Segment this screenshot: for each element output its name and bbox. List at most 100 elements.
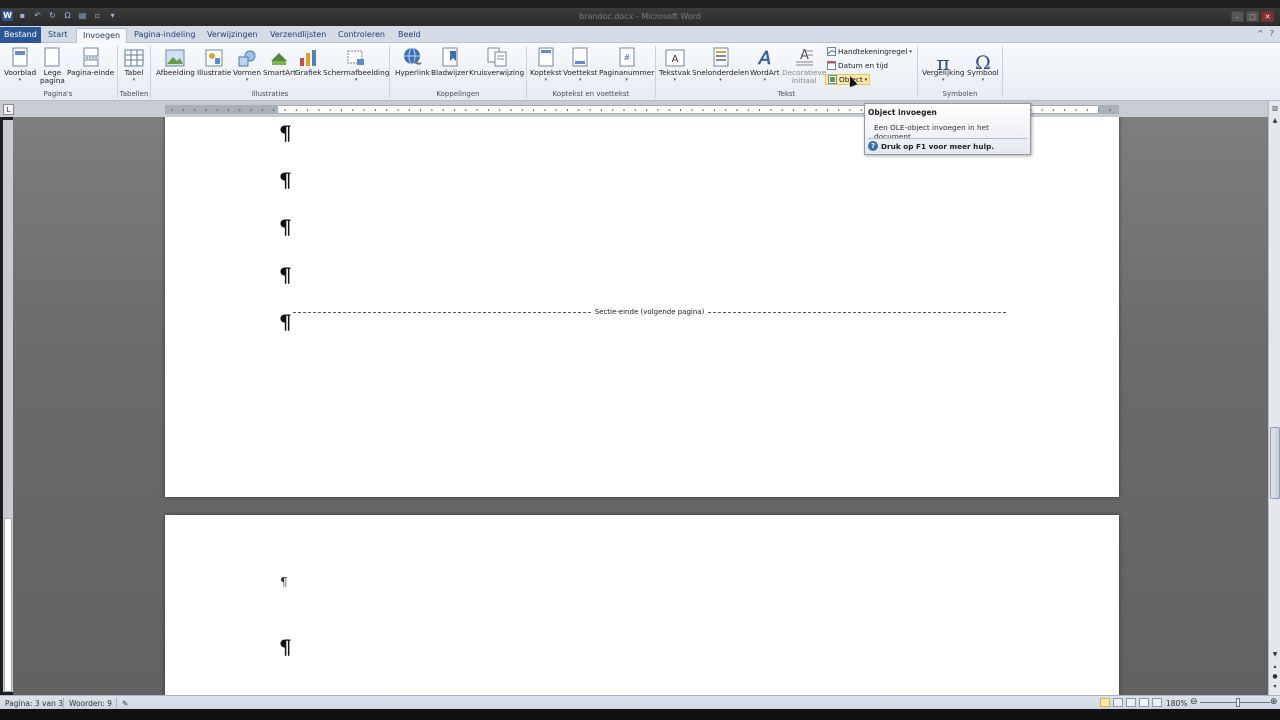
word-count[interactable]: Woorden: 9 (69, 699, 112, 708)
browse-object-icon[interactable]: ● (1270, 671, 1280, 681)
hyperlink-button[interactable]: Hyperlink (395, 46, 430, 77)
bookmark-button[interactable]: Bladwijzer (431, 46, 468, 77)
document-area[interactable]: ¶ ¶ ¶ ¶ ¶ Sectie-einde (volgende pagina)… (13, 117, 1268, 695)
signature-icon (827, 47, 836, 56)
footer-button[interactable]: Voettekst ▾ (563, 46, 597, 83)
picture-button[interactable]: Afbeelding (156, 46, 195, 77)
vertical-scrollbar[interactable]: ▥ ▲ ▼ ▴ ● ▾ (1268, 101, 1280, 695)
table-icon (124, 46, 144, 67)
tab-references[interactable]: Verwijzingen (201, 28, 264, 43)
tab-home[interactable]: Start (42, 28, 74, 43)
smartart-button[interactable]: SmartArt (263, 46, 296, 77)
tab-selector[interactable]: L (3, 104, 14, 115)
web-layout-icon[interactable] (1126, 698, 1136, 707)
previous-page-icon[interactable]: ▴ (1270, 661, 1280, 671)
outline-view-icon[interactable] (1139, 698, 1149, 707)
equation-button[interactable]: π Vergelijking ▾ (922, 46, 965, 83)
draft-view-icon[interactable] (1152, 698, 1162, 707)
page-number-button[interactable]: # Paginanummer ▾ (599, 46, 654, 83)
ruler-toggle-icon[interactable]: ▥ (1270, 103, 1280, 113)
svg-text:A: A (758, 48, 771, 67)
chart-icon (298, 46, 318, 67)
scroll-up-icon[interactable]: ▲ (1270, 115, 1280, 125)
clip-art-button[interactable]: Illustratie (197, 46, 231, 77)
zoom-slider-handle[interactable] (1236, 698, 1240, 707)
page-break-button[interactable]: Pagina-einde (67, 46, 114, 77)
tab-view[interactable]: Beeld (392, 28, 427, 43)
group-label-links: Koppelingen (436, 90, 480, 98)
vertical-ruler[interactable] (3, 120, 13, 692)
wordart-button[interactable]: A WordArt ▾ (750, 46, 780, 83)
scroll-thumb[interactable] (1270, 427, 1280, 499)
close-button[interactable]: ✕ (1261, 11, 1274, 22)
object-tooltip: Object invoegen Een OLE-object invoegen … (864, 103, 1031, 155)
ribbon-insert: Voorblad ▾ Lege pagina Pagina-einde Pagina… (0, 43, 1280, 101)
paragraph-mark: ¶ (279, 635, 292, 659)
scroll-down-icon[interactable]: ▼ (1270, 649, 1280, 659)
zoom-slider[interactable] (1200, 698, 1270, 707)
full-screen-reading-icon[interactable] (1113, 698, 1123, 707)
clip-art-icon (204, 46, 224, 67)
minimize-button[interactable]: – (1231, 11, 1244, 22)
document-page[interactable]: ¶ ¶ ¶ ¶ ¶ Sectie-einde (volgende pagina) (165, 117, 1119, 497)
pi-icon: π (936, 51, 950, 75)
signature-line-button[interactable]: Handtekeningregel ▾ (827, 46, 912, 57)
header-button[interactable]: Koptekst ▾ (530, 46, 562, 83)
page-break-icon (81, 46, 101, 67)
screenshot-icon (346, 46, 366, 67)
page-number-icon: # (617, 46, 637, 67)
tooltip-help: ? Druk op F1 voor meer hulp. (868, 141, 994, 151)
help-icon[interactable]: ? (1270, 29, 1274, 38)
group-label-tables: Tabellen (119, 90, 149, 98)
date-time-button[interactable]: Datum en tijd (827, 60, 888, 71)
tab-insert[interactable]: Invoegen (76, 28, 128, 44)
shapes-icon (237, 46, 257, 67)
picture-icon (165, 46, 185, 67)
symbol-button[interactable]: Ω Symbool ▾ (967, 46, 999, 84)
object-icon (828, 75, 837, 84)
maximize-button[interactable]: □ (1246, 11, 1259, 22)
print-layout-view-icon[interactable] (1100, 698, 1110, 707)
quick-parts-button[interactable]: Snelonderdelen ▾ (692, 46, 749, 83)
paragraph-mark: ¶ (279, 215, 292, 239)
group-label-illustrations: Illustraties (251, 90, 289, 98)
drop-cap-button[interactable]: A Decoratieve initiaal (782, 46, 826, 85)
document-page[interactable]: ¶ ¶ (165, 515, 1119, 695)
proofing-icon[interactable]: ✎ (122, 699, 128, 708)
ribbon-tabs: Bestand Start Invoegen Pagina-indeling V… (0, 26, 1280, 44)
help-icon: ? (868, 141, 878, 151)
group-label-header-footer: Koptekst en voettekst (552, 90, 630, 98)
tab-file[interactable]: Bestand (0, 27, 41, 43)
header-icon (536, 46, 556, 67)
tab-page-layout[interactable]: Pagina-indeling (128, 28, 201, 43)
shapes-button[interactable]: Vormen ▾ (233, 46, 261, 83)
status-bar: Pagina: 3 van 3 Woorden: 9 ✎ 180% ⊖ ⊕ (0, 695, 1280, 709)
cover-page-icon (10, 46, 30, 67)
cover-page-button[interactable]: Voorblad ▾ (4, 46, 36, 83)
svg-text:A: A (671, 54, 678, 65)
tab-mailings[interactable]: Verzendlijsten (264, 28, 332, 43)
ruler-bar: L (0, 101, 1280, 117)
cross-reference-icon (487, 46, 507, 67)
paragraph-mark: ¶ (279, 310, 292, 334)
page-count[interactable]: Pagina: 3 van 3 (5, 699, 63, 708)
tooltip-title: Object invoegen (868, 108, 937, 117)
next-page-icon[interactable]: ▾ (1270, 681, 1280, 691)
text-box-icon: A (665, 46, 685, 67)
table-button[interactable]: Tabel ▾ (124, 46, 144, 83)
drop-cap-icon: A (794, 46, 814, 67)
tab-review[interactable]: Controleren (332, 28, 391, 43)
calendar-icon (827, 61, 836, 70)
zoom-level[interactable]: 180% (1166, 699, 1187, 708)
screenshot-button[interactable]: Schermafbeelding ▾ (323, 46, 389, 83)
cross-reference-button[interactable]: Kruisverwijzing (469, 46, 524, 77)
blank-page-button[interactable]: Lege pagina (40, 46, 65, 85)
section-break: Sectie-einde (volgende pagina) (293, 308, 1006, 322)
minimize-ribbon-icon[interactable]: ^ (1257, 29, 1264, 38)
paragraph-mark: ¶ (280, 575, 288, 589)
paragraph-mark: ¶ (279, 168, 292, 192)
text-box-button[interactable]: A Tekstvak ▾ (659, 46, 691, 83)
zoom-out-icon[interactable]: ⊖ (1190, 697, 1198, 707)
zoom-in-icon[interactable]: ⊕ (1270, 697, 1278, 707)
chart-button[interactable]: Grafiek (295, 46, 321, 77)
